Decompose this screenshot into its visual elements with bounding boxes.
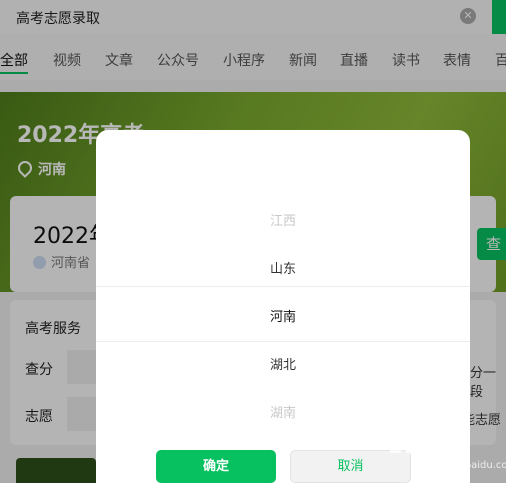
picker-option[interactable]: 湖南: [96, 402, 470, 421]
watermark-url: jingyan.baidu.com: [425, 460, 506, 471]
selection-bottom-line: [96, 341, 470, 342]
picker-option[interactable]: 山东: [96, 258, 470, 277]
picker-option-selected[interactable]: 河南: [96, 306, 470, 325]
confirm-button[interactable]: 确定: [156, 450, 276, 483]
selection-top-line: [96, 286, 470, 287]
watermark: Bai经验: [388, 434, 469, 458]
picker-option[interactable]: 江西: [96, 210, 470, 229]
picker-option[interactable]: 湖北: [96, 354, 470, 373]
